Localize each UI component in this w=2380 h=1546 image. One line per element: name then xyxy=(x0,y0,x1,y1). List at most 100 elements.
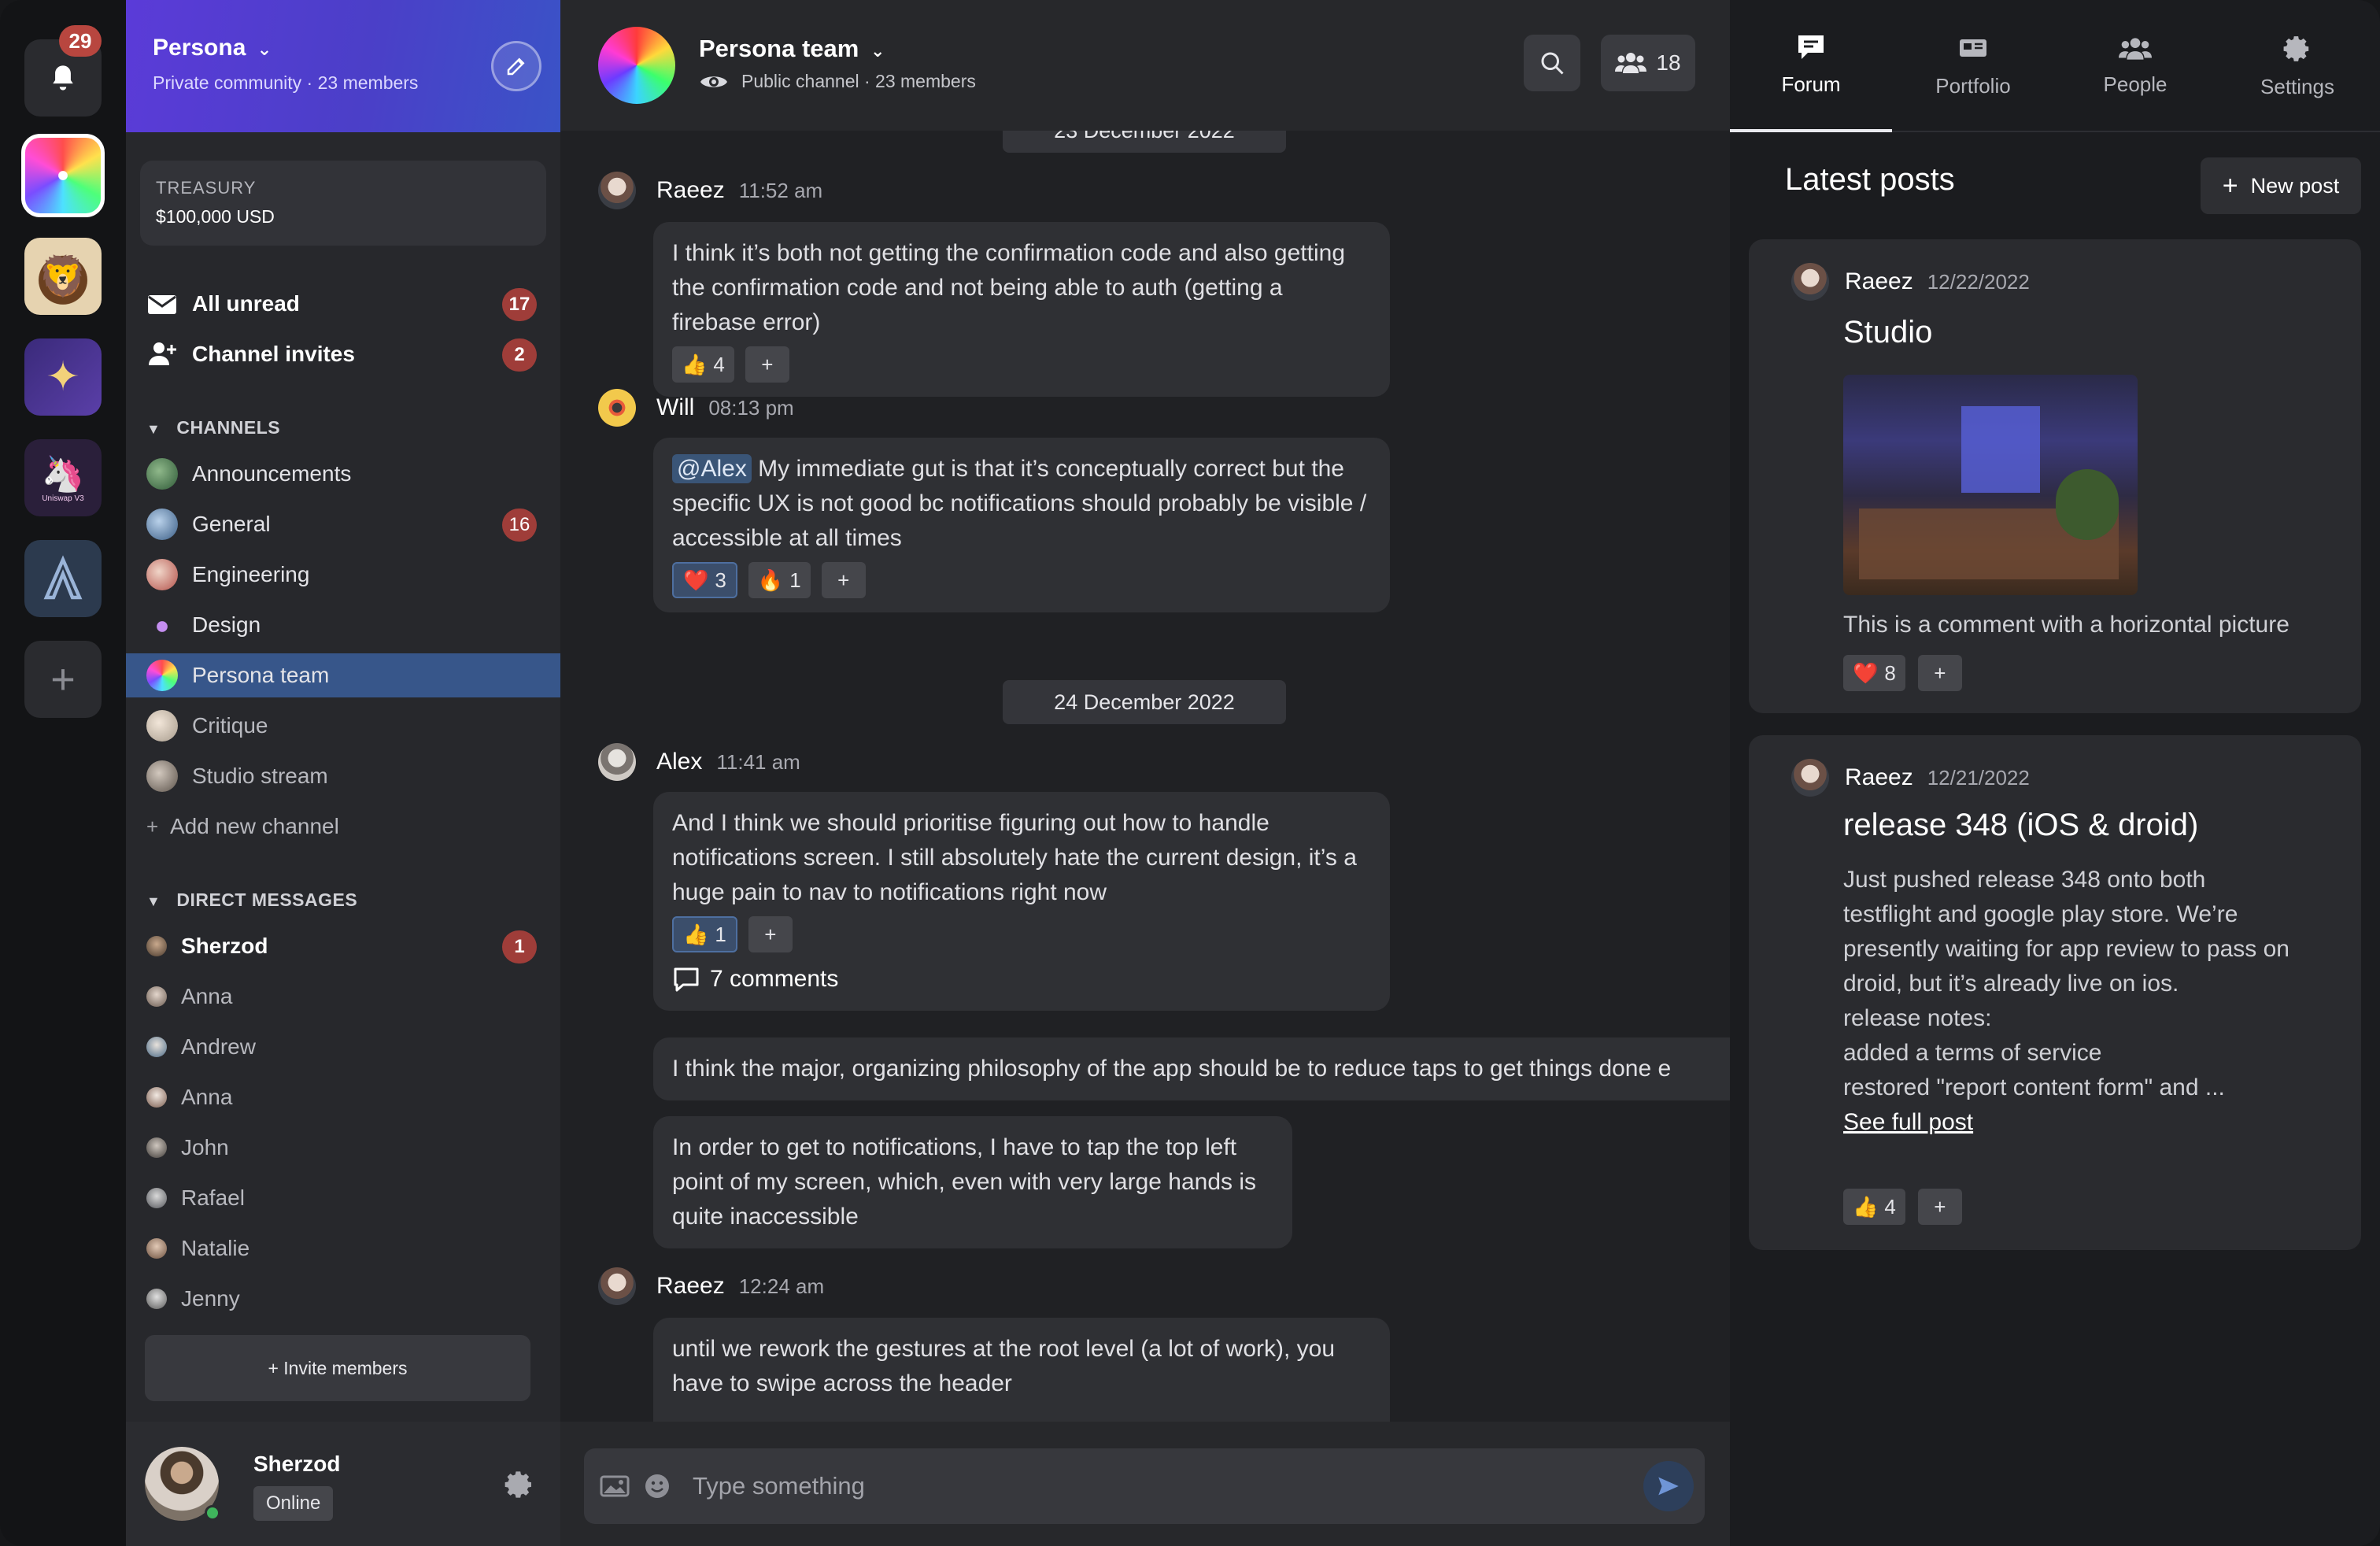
members-button[interactable]: 18 xyxy=(1601,35,1695,91)
emoji-icon[interactable] xyxy=(644,1473,671,1500)
post-author[interactable]: Raeez xyxy=(1845,764,1913,791)
dm-item-anna-2[interactable]: Anna xyxy=(126,1075,560,1119)
message-input[interactable] xyxy=(693,1472,1606,1500)
treasury-card[interactable]: TREASURY $100,000 USD xyxy=(140,161,546,246)
post-date: 12/22/2022 xyxy=(1927,269,2030,294)
add-reaction-button[interactable]: + xyxy=(1917,1189,1962,1225)
post-image[interactable] xyxy=(1843,375,2138,595)
status-badge[interactable]: Online xyxy=(253,1486,334,1521)
chevron-down-icon: ⌄ xyxy=(257,39,272,59)
avatar[interactable] xyxy=(598,389,636,427)
compose-button[interactable] xyxy=(491,41,541,91)
message-time: 11:41 am xyxy=(716,749,800,774)
reaction-chip[interactable]: ❤️ 3 xyxy=(672,562,737,598)
channel-label: Design xyxy=(192,612,261,637)
message-bubble[interactable]: In order to get to notifications, I have… xyxy=(653,1116,1292,1248)
community-header[interactable]: Persona ⌄ Private community · 23 members xyxy=(126,0,560,132)
post-author[interactable]: Raeez xyxy=(1845,268,1913,295)
avatar[interactable] xyxy=(598,743,636,781)
community-arbitrum[interactable] xyxy=(24,540,102,617)
reaction-chip[interactable]: 👍 4 xyxy=(1843,1189,1905,1225)
channel-item-announcements[interactable]: Announcements xyxy=(126,452,560,496)
invite-members-button[interactable]: + Invite members xyxy=(145,1335,530,1401)
message-author[interactable]: Raeez xyxy=(656,177,725,204)
channel-item-studio-stream[interactable]: Studio stream xyxy=(126,754,560,798)
caret-down-icon: ▼ xyxy=(146,421,161,437)
forum-post[interactable]: Raeez 12/22/2022 Studio This is a commen… xyxy=(1749,239,2361,713)
avatar[interactable] xyxy=(1791,263,1829,301)
new-post-button[interactable]: + New post xyxy=(2201,157,2361,214)
avatar[interactable] xyxy=(598,1267,636,1305)
channel-item-engineering[interactable]: Engineering xyxy=(126,553,560,597)
sidebar: Persona ⌄ Private community · 23 members… xyxy=(126,0,560,1546)
community-rail: 29 🦁 ✦ 🦄 Uniswap V3 + xyxy=(0,0,126,1546)
message-bubble[interactable]: I think the major, organizing philosophy… xyxy=(653,1037,1730,1100)
latest-posts-title: Latest posts xyxy=(1785,162,1955,197)
channels-section-toggle[interactable]: ▼ CHANNELS xyxy=(146,417,280,438)
tab-forum[interactable]: Forum xyxy=(1730,0,1892,132)
avatar[interactable] xyxy=(1791,759,1829,797)
search-button[interactable] xyxy=(1524,35,1580,91)
user-settings-button[interactable] xyxy=(504,1469,535,1506)
dm-item-natalie[interactable]: Natalie xyxy=(126,1226,560,1270)
message-author[interactable]: Raeez xyxy=(656,1273,725,1300)
add-reaction-button[interactable]: + xyxy=(1917,655,1962,691)
notifications-button[interactable]: 29 xyxy=(24,25,102,117)
message-bubble[interactable]: @Alex My immediate gut is that it’s conc… xyxy=(653,438,1390,612)
community-name[interactable]: Persona ⌄ xyxy=(153,35,272,61)
avatar[interactable] xyxy=(598,172,636,209)
add-reaction-button[interactable]: + xyxy=(745,346,789,383)
dm-label: John xyxy=(181,1135,229,1160)
channel-avatar-icon xyxy=(146,660,178,691)
channel-item-persona-team[interactable]: Persona team xyxy=(126,653,560,697)
comments-link[interactable]: 7 comments xyxy=(672,962,1371,997)
message-text: until we rework the gestures at the root… xyxy=(672,1336,1336,1396)
post-title[interactable]: release 348 (iOS & droid) xyxy=(1843,808,2198,843)
community-sparkles[interactable]: ✦ xyxy=(24,338,102,416)
lion-icon: 🦁 xyxy=(38,253,88,298)
dm-item-jenny[interactable]: Jenny xyxy=(126,1277,560,1321)
dm-item-sherzod[interactable]: Sherzod 1 xyxy=(126,924,560,968)
channel-avatar-icon xyxy=(146,710,178,742)
tab-people[interactable]: People xyxy=(2054,0,2216,132)
reaction-chip[interactable]: 👍 4 xyxy=(672,346,734,383)
user-avatar-icon xyxy=(146,986,167,1007)
channel-name[interactable]: Persona team ⌄ xyxy=(699,35,885,63)
message-author[interactable]: Will xyxy=(656,394,694,421)
channel-invites-item[interactable]: Channel invites 2 xyxy=(126,332,560,376)
add-reaction-button[interactable]: + xyxy=(821,562,866,598)
message-bubble[interactable]: I think it’s both not getting the confir… xyxy=(653,222,1390,397)
reaction-chip[interactable]: 🔥 1 xyxy=(748,562,811,598)
all-unread-item[interactable]: All unread 17 xyxy=(126,282,560,326)
see-full-post-link[interactable]: See full post xyxy=(1843,1105,2300,1140)
community-persona[interactable] xyxy=(21,134,105,217)
channel-item-design[interactable]: Design xyxy=(126,603,560,647)
add-community-button[interactable]: + xyxy=(24,641,102,718)
dms-section-toggle[interactable]: ▼ DIRECT MESSAGES xyxy=(146,890,357,911)
message-bubble[interactable]: And I think we should prioritise figurin… xyxy=(653,792,1390,1011)
dm-item-rafael[interactable]: Rafael xyxy=(126,1176,560,1220)
send-button[interactable] xyxy=(1643,1461,1694,1511)
tab-portfolio[interactable]: Portfolio xyxy=(1892,0,2054,132)
image-icon[interactable] xyxy=(600,1474,630,1499)
community-uniswap[interactable]: 🦄 Uniswap V3 xyxy=(24,439,102,516)
reaction-chip[interactable]: ❤️ 8 xyxy=(1843,655,1905,691)
forum-post[interactable]: Raeez 12/21/2022 release 348 (iOS & droi… xyxy=(1749,735,2361,1250)
channel-label: Engineering xyxy=(192,562,310,586)
message-author[interactable]: Alex xyxy=(656,749,702,775)
channel-item-critique[interactable]: Critique xyxy=(126,704,560,748)
reaction-chip[interactable]: 👍 1 xyxy=(672,916,737,952)
tab-settings[interactable]: Settings xyxy=(2216,0,2378,132)
dm-item-john[interactable]: John xyxy=(126,1126,560,1170)
mention-tag[interactable]: @Alex xyxy=(672,454,752,483)
dm-item-andrew[interactable]: Andrew xyxy=(126,1025,560,1069)
post-title[interactable]: Studio xyxy=(1843,315,1932,350)
community-lion[interactable]: 🦁 xyxy=(24,238,102,315)
add-reaction-button[interactable]: + xyxy=(748,916,793,952)
message-text: @Alex My immediate gut is that it’s conc… xyxy=(672,452,1371,556)
reaction-count: 1 xyxy=(789,568,801,592)
channel-badge: 16 xyxy=(502,509,537,542)
dm-item-anna[interactable]: Anna xyxy=(126,975,560,1019)
add-channel-item[interactable]: + Add new channel xyxy=(126,804,560,849)
channel-item-general[interactable]: General 16 xyxy=(126,502,560,546)
